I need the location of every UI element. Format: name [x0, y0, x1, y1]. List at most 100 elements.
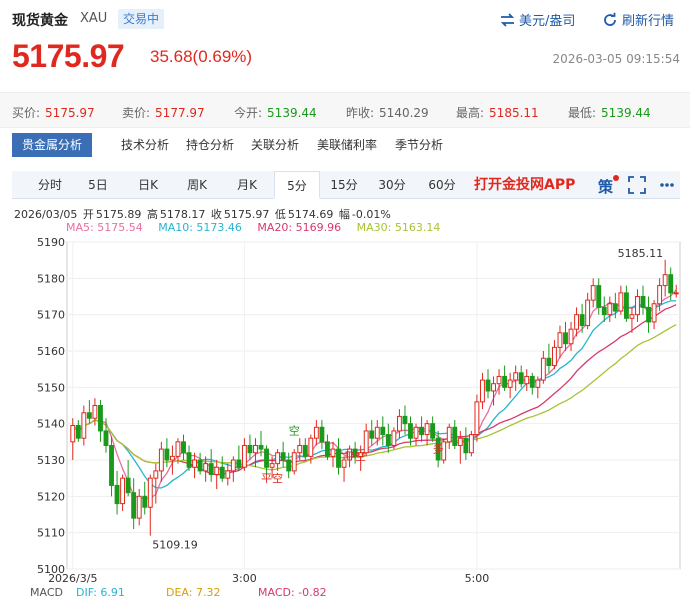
header: 现货黄金 XAU 交易中 美元/盎司 刷新行情 5175.97 35.68(0.…: [0, 0, 690, 92]
trade-signal-label: 平空: [344, 449, 366, 463]
candle-body: [236, 459, 242, 468]
symbol: XAU: [80, 11, 108, 26]
y-tick-label: 5180: [37, 272, 65, 285]
low-quote: 最低: 5139.44: [568, 106, 651, 120]
dea-value: DEA: 7.32: [166, 586, 221, 596]
candle-body: [518, 372, 524, 385]
y-tick-label: 5160: [37, 345, 65, 358]
bar-date: 2026/03/05: [14, 208, 78, 221]
tab-precious-metals-analysis[interactable]: 贵金属分析: [12, 133, 93, 157]
candle-body: [181, 441, 186, 454]
candle-body: [147, 477, 153, 508]
notification-dot: [613, 175, 619, 181]
candle-body: [109, 444, 114, 486]
ma-legend: MA5: 5175.54 MA10: 5173.46 MA20: 5169.96…: [66, 221, 452, 234]
tab-60min[interactable]: 60分: [420, 171, 464, 199]
candle-body: [646, 306, 651, 323]
candle-body: [241, 444, 247, 468]
currency-toggle-button[interactable]: 美元/盎司: [500, 10, 575, 29]
candle-body: [136, 495, 142, 519]
ma30-line: [72, 324, 677, 471]
candle-body: [612, 303, 618, 312]
candle-body: [192, 459, 198, 468]
candle-body: [579, 314, 585, 327]
candle-body: [319, 426, 325, 443]
bar-high: 5178.17: [159, 208, 206, 221]
candle-body: [540, 357, 546, 381]
candle-body: [203, 463, 209, 472]
high-price-label: 5185.11: [618, 247, 664, 260]
tab-15min[interactable]: 15分: [324, 171, 364, 199]
tab-seasonal-analysis[interactable]: 季节分析: [395, 133, 443, 157]
tab-daily-k[interactable]: 日K: [126, 171, 170, 199]
candle-body: [640, 296, 646, 308]
price-change: 35.68(0.69%): [150, 47, 253, 66]
candle-body: [629, 314, 635, 319]
candle-body: [657, 285, 663, 305]
y-tick-label: 5170: [37, 309, 65, 322]
tab-5day[interactable]: 5日: [76, 171, 120, 199]
candle-body: [535, 379, 541, 388]
x-tick-label: 2026/3/5: [48, 572, 97, 585]
tab-fed-rate[interactable]: 美联储利率: [317, 133, 377, 157]
candle-body: [618, 292, 624, 312]
currency-toggle-label: 美元/盎司: [519, 14, 576, 29]
tab-correlation-analysis[interactable]: 关联分析: [251, 133, 299, 157]
ma20-legend: MA20: 5169.96: [257, 221, 342, 234]
macd-label: MACD: [30, 586, 63, 596]
candle-body: [391, 430, 397, 446]
candle-body: [546, 357, 552, 367]
candle-body: [330, 448, 336, 457]
candle-body: [424, 423, 430, 436]
plot-frame: [66, 241, 681, 570]
ma10-legend: MA10: 5173.46: [158, 221, 242, 234]
settings-icon[interactable]: [658, 176, 676, 194]
open-app-link[interactable]: 打开金投网APP: [474, 171, 575, 199]
candle-body: [164, 448, 170, 461]
tab-monthly-k[interactable]: 月K: [224, 171, 270, 199]
strategy-button[interactable]: 策: [598, 175, 619, 197]
ma5-legend: MA5: 5175.54: [66, 221, 143, 234]
tab-timeshare[interactable]: 分时: [26, 171, 74, 199]
tab-5min[interactable]: 5分: [274, 171, 320, 199]
ma30-legend: MA30: 5163.14: [356, 221, 441, 234]
dif-value: DIF: 6.91: [76, 586, 125, 596]
tab-weekly-k[interactable]: 周K: [174, 171, 220, 199]
candle-body: [125, 477, 131, 494]
tab-technical-analysis[interactable]: 技术分析: [121, 133, 169, 157]
candle-body: [70, 424, 76, 443]
candle-body: [369, 430, 375, 439]
candle-body: [480, 379, 485, 403]
page-title: 现货黄金: [12, 13, 68, 29]
tab-position-analysis[interactable]: 持仓分析: [186, 133, 234, 157]
candle-body: [419, 426, 424, 436]
candle-body: [247, 444, 253, 454]
refresh-button[interactable]: 刷新行情: [602, 10, 674, 29]
low-price-label: 5109.19: [152, 539, 198, 552]
refresh-icon: [604, 12, 616, 26]
candle-body: [574, 314, 580, 330]
candle-body: [507, 379, 513, 388]
fullscreen-icon[interactable]: [628, 176, 646, 194]
swap-icon: [500, 12, 515, 27]
candle-body: [651, 303, 657, 323]
candle-body: [468, 434, 474, 454]
candlestick-chart[interactable]: 5100511051205130514051505160517051805190…: [0, 234, 690, 586]
candle-body: [92, 405, 98, 419]
open-quote: 今开: 5139.44: [234, 106, 317, 120]
bar-low: 5174.69: [287, 208, 334, 221]
candle-body: [291, 452, 297, 472]
y-tick-label: 5190: [37, 236, 65, 249]
tab-30min[interactable]: 30分: [370, 171, 414, 199]
y-tick-label: 5120: [37, 490, 65, 503]
bar-info: 2026/03/05 开 5175.89 高 5178.17 收 5175.97 低5…: [14, 208, 391, 221]
candle-body: [308, 437, 314, 457]
bid-quote: 买价: 5175.97: [12, 106, 95, 120]
macd-value: MACD: -0.82: [258, 586, 327, 596]
y-tick-label: 5150: [37, 381, 65, 394]
candle-body: [225, 470, 231, 479]
candle-body: [313, 426, 319, 439]
candle-body: [253, 444, 258, 454]
candle-body: [86, 412, 92, 419]
candle-body: [98, 405, 103, 432]
